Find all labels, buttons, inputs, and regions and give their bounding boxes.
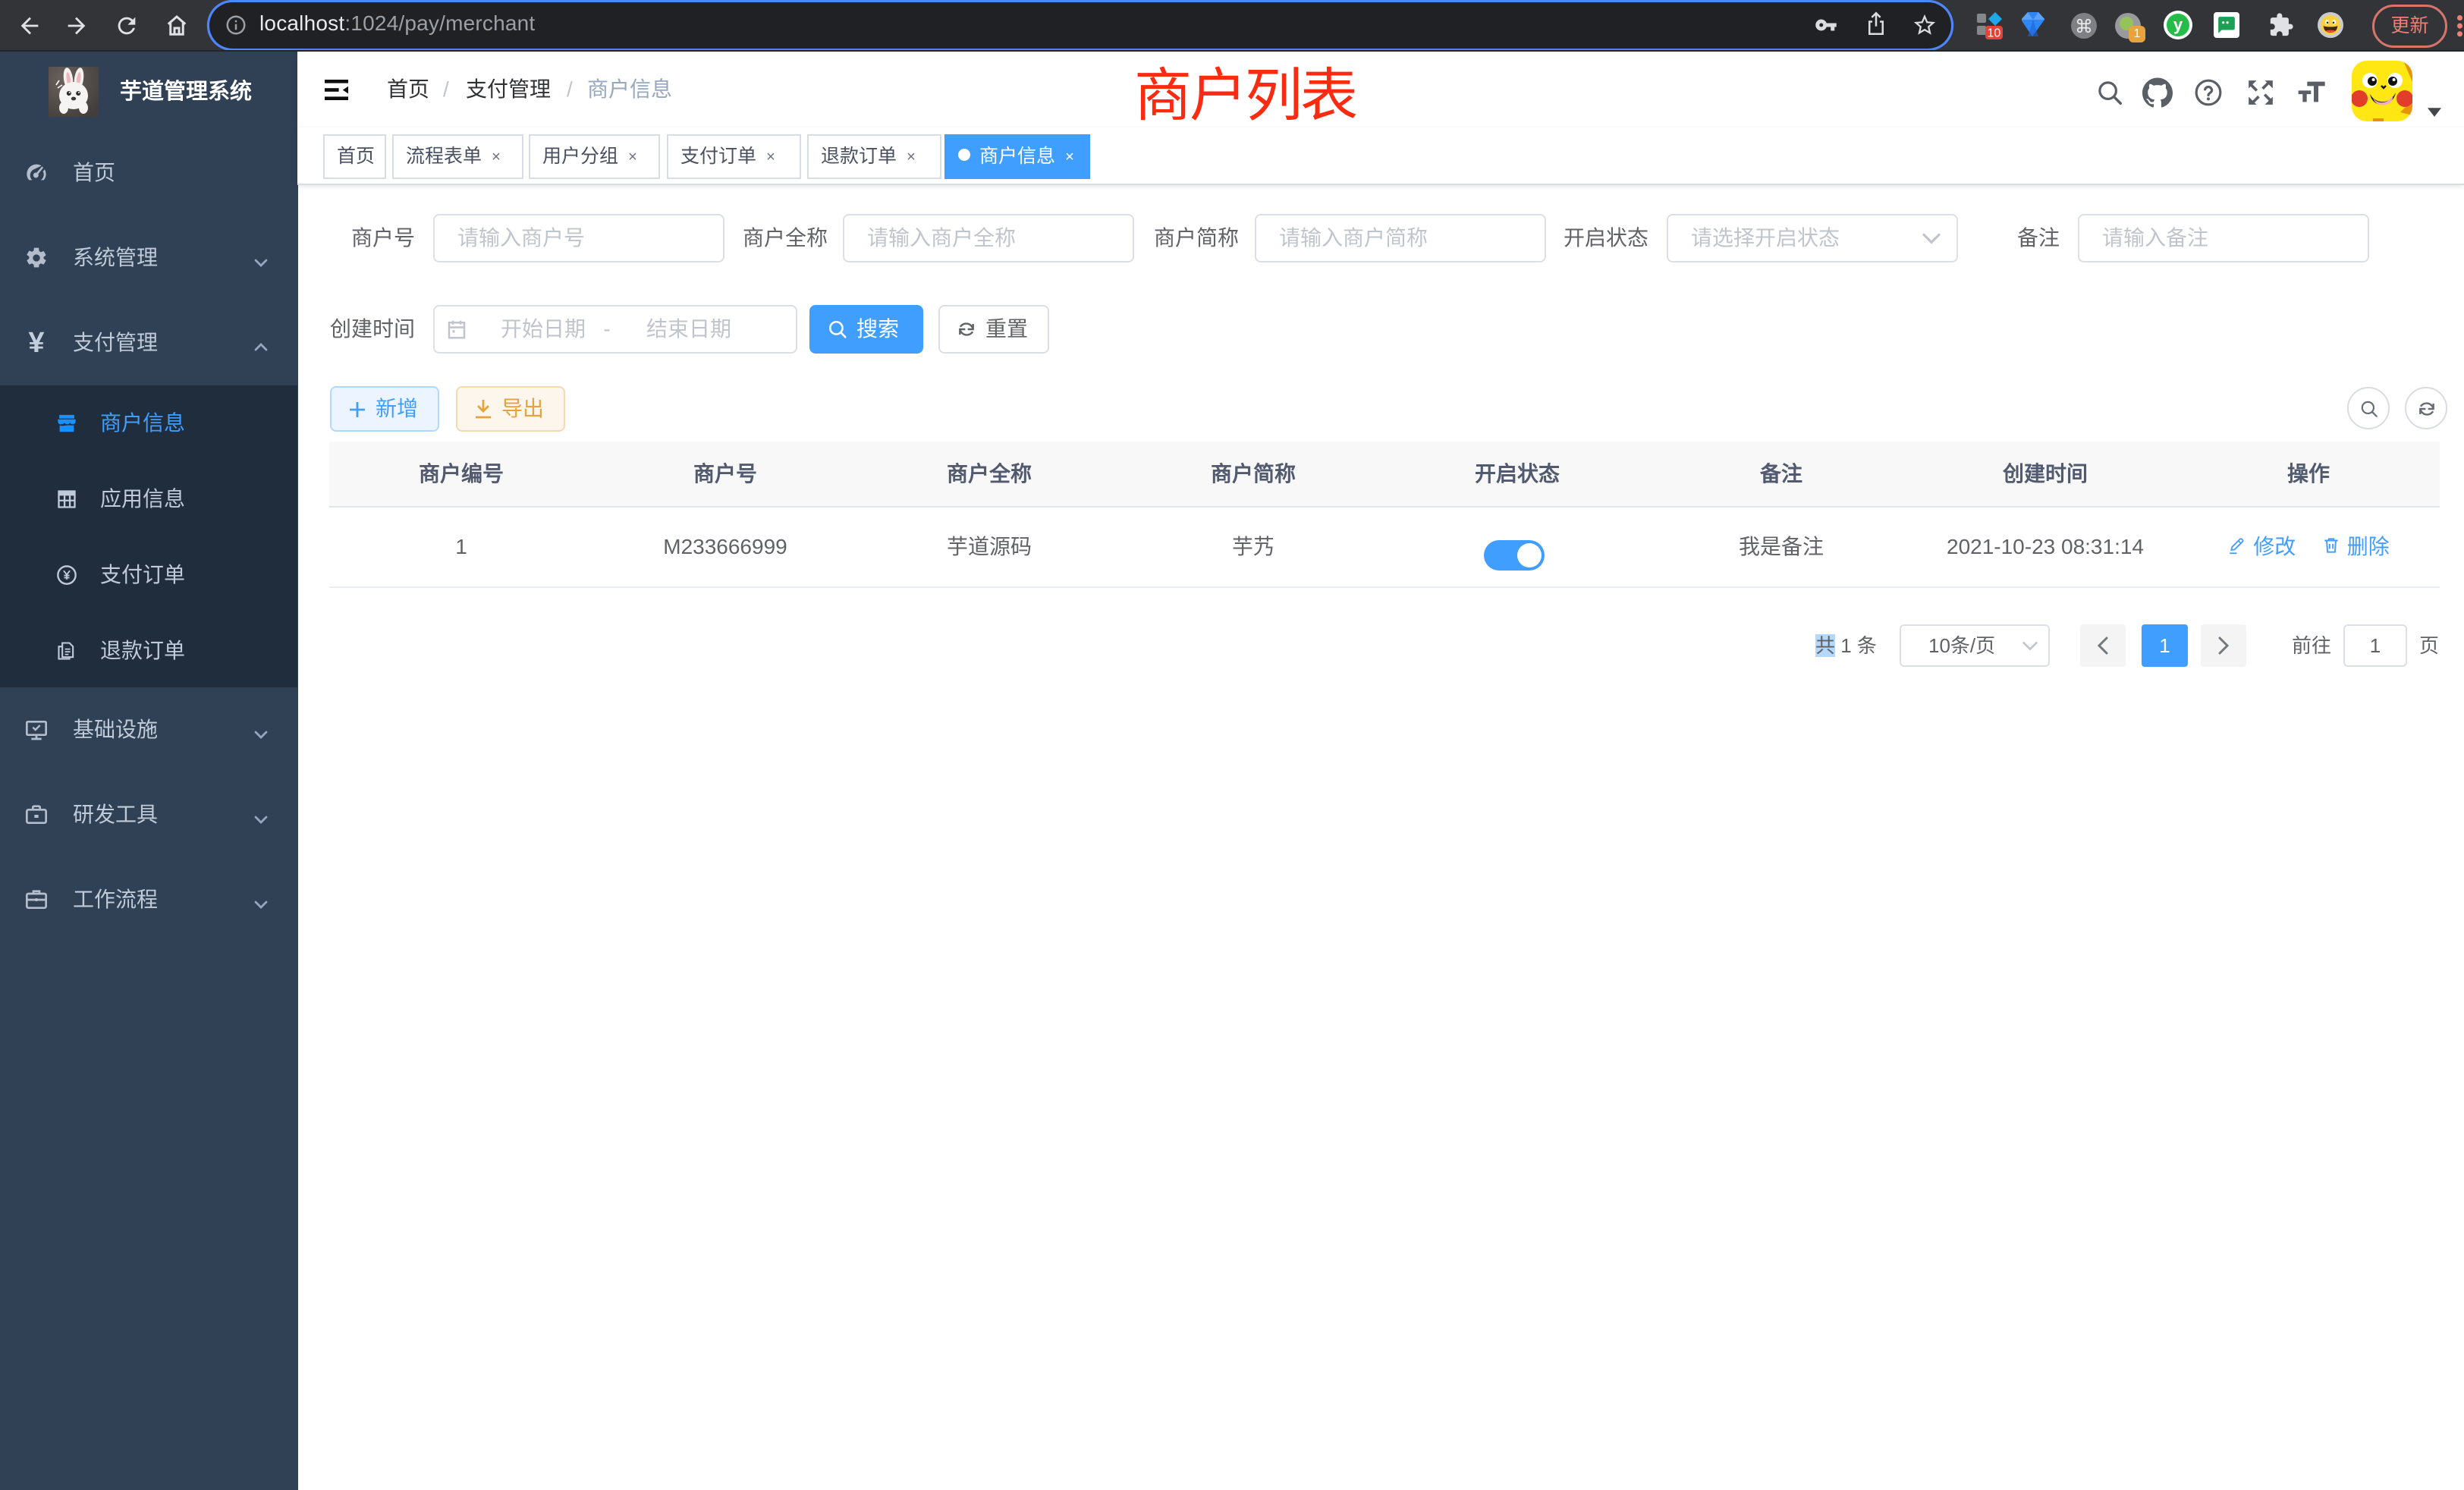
svg-text:10: 10: [1988, 27, 2001, 39]
